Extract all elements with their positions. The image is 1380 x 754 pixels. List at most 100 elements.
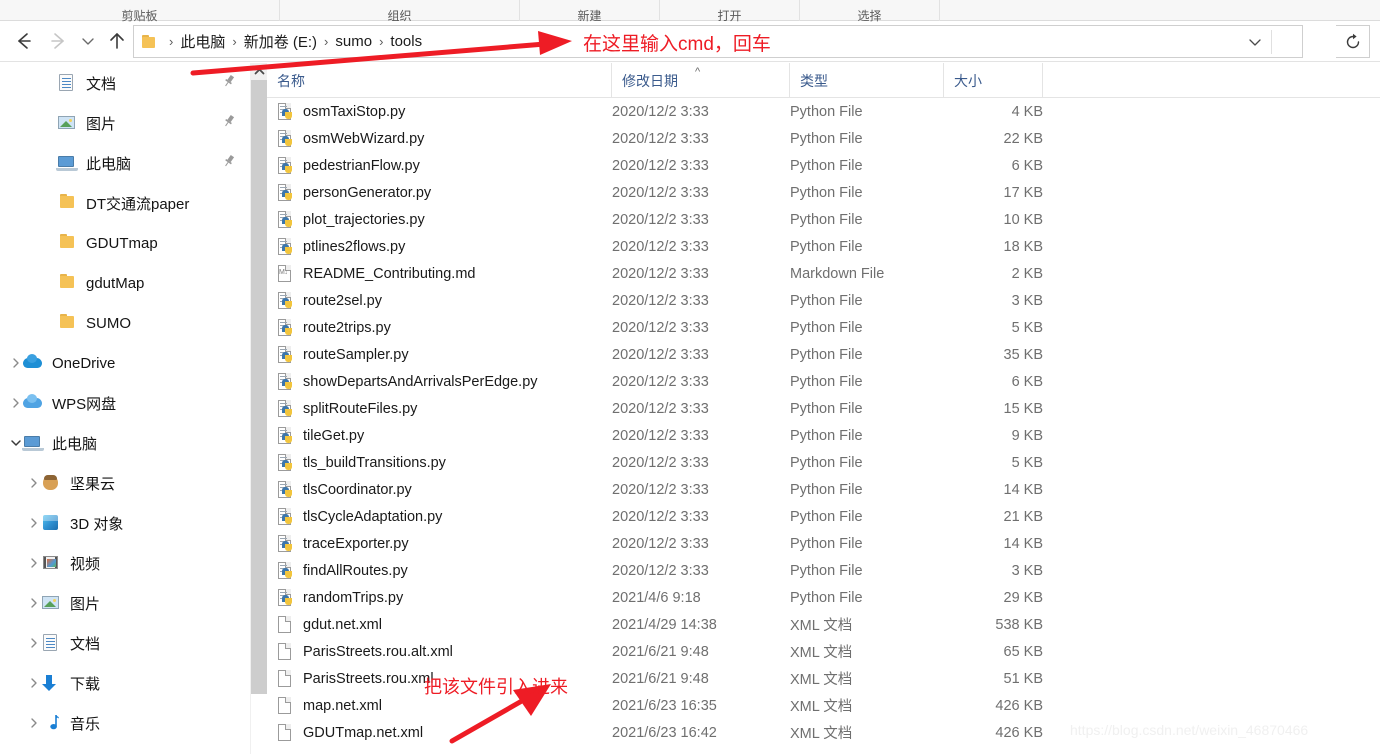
chevron-right-icon[interactable] (28, 637, 40, 649)
chevron-right-icon[interactable] (28, 477, 40, 489)
this-pc-icon (22, 433, 44, 453)
chevron-right-icon[interactable] (28, 557, 40, 569)
file-date-modified: 2020/12/2 3:33 (612, 157, 709, 174)
forward-button[interactable] (44, 22, 72, 60)
file-name: osmTaxiStop.py (303, 103, 406, 120)
refresh-icon (1346, 33, 1359, 48)
breadcrumb-item-3[interactable]: tools (390, 33, 422, 50)
watermark: https://blog.csdn.net/weixin_46870466 (1070, 722, 1309, 738)
file-type: Python File (790, 508, 863, 525)
table-row[interactable]: plot_trajectories.py 2020/12/2 3:33 Python… (267, 206, 1380, 233)
table-row[interactable]: showDepartsAndArrivalsPerEdge.py 2020/12/… (267, 368, 1380, 395)
scrollbar-thumb[interactable] (251, 80, 267, 694)
sidebar-item-12[interactable]: 视频 (0, 543, 248, 583)
breadcrumb-item-2[interactable]: sumo (335, 33, 372, 50)
file-size: 22 KB (1003, 130, 1044, 147)
breadcrumb-item-1[interactable]: 新加卷 (E:) (244, 31, 317, 52)
sidebar-item-5[interactable]: gdutMap (0, 263, 248, 303)
table-row[interactable]: tls_buildTransitions.py 2020/12/2 3:33 Pyt… (267, 449, 1380, 476)
table-row[interactable]: tileGet.py 2020/12/2 3:33 Python File 9 KB (267, 422, 1380, 449)
chevron-placeholder (44, 197, 56, 209)
chevron-down-icon[interactable] (10, 437, 22, 449)
sidebar-item-14[interactable]: 文档 (0, 623, 248, 663)
table-row[interactable]: findAllRoutes.py 2020/12/2 3:33 Python Fil… (267, 557, 1380, 584)
sidebar-item-7[interactable]: OneDrive (0, 343, 248, 383)
table-row[interactable]: ParisStreets.rou.xml 2021/6/21 9:48 XML 文档… (267, 665, 1380, 692)
pin-icon[interactable] (222, 74, 236, 92)
table-row[interactable]: osmWebWizard.py 2020/12/2 3:33 Python File… (267, 125, 1380, 152)
table-row[interactable]: gdut.net.xml 2021/4/29 14:38 XML 文档 538 KB (267, 611, 1380, 638)
sidebar-item-label: 文档 (86, 75, 117, 93)
pin-icon[interactable] (222, 114, 236, 132)
navigation-scrollbar[interactable] (250, 63, 267, 754)
file-name: tlsCycleAdaptation.py (303, 508, 443, 525)
ribbon-group-4: 选择 (800, 0, 940, 23)
file-size: 3 KB (1011, 292, 1043, 309)
column-header-type[interactable]: 类型 (790, 63, 944, 98)
sidebar-item-11[interactable]: 3D 对象 (0, 503, 248, 543)
chevron-right-icon[interactable] (10, 397, 22, 409)
pictures-icon (40, 593, 62, 613)
table-row[interactable]: route2trips.py 2020/12/2 3:33 Python File 5… (267, 314, 1380, 341)
recent-locations-button[interactable] (78, 22, 98, 60)
file-date-modified: 2020/12/2 3:33 (612, 373, 709, 390)
chevron-right-icon[interactable] (28, 717, 40, 729)
up-one-level-button[interactable] (103, 22, 131, 60)
column-header-date[interactable]: 修改日期 ^ (612, 63, 790, 98)
file-type: Python File (790, 103, 863, 120)
table-row[interactable]: osmTaxiStop.py 2020/12/2 3:33 Python File 4… (267, 98, 1380, 125)
file-date-modified: 2021/6/23 16:42 (612, 724, 717, 741)
scroll-up-button[interactable] (251, 63, 267, 80)
file-date-modified: 2021/6/21 9:48 (612, 643, 709, 660)
table-row[interactable]: routeSampler.py 2020/12/2 3:33 Python File… (267, 341, 1380, 368)
sidebar-item-2[interactable]: 此电脑 (0, 143, 248, 183)
column-header-name[interactable]: 名称 (267, 63, 612, 98)
file-name: osmWebWizard.py (303, 130, 425, 147)
table-row[interactable]: traceExporter.py 2020/12/2 3:33 Python Fil… (267, 530, 1380, 557)
table-row[interactable]: randomTrips.py 2021/4/6 9:18 Python File 29… (267, 584, 1380, 611)
table-row[interactable]: route2sel.py 2020/12/2 3:33 Python File 3 K… (267, 287, 1380, 314)
sidebar-item-13[interactable]: 图片 (0, 583, 248, 623)
chevron-right-icon[interactable] (28, 597, 40, 609)
python-file-icon (277, 318, 294, 337)
sidebar-item-16[interactable]: 音乐 (0, 703, 248, 743)
python-file-icon (277, 156, 294, 175)
table-row[interactable]: tlsCoordinator.py 2020/12/2 3:33 Python Fi… (267, 476, 1380, 503)
sidebar-item-label: DT交通流paper (86, 195, 190, 213)
chevron-right-icon[interactable] (28, 677, 40, 689)
sidebar-item-10[interactable]: 坚果云 (0, 463, 248, 503)
scrollbar-track-lower[interactable] (251, 694, 267, 754)
file-name: map.net.xml (303, 697, 382, 714)
table-row[interactable]: M↓ README_Contributing.md 2020/12/2 3:33 Ma… (267, 260, 1380, 287)
chevron-right-icon[interactable] (10, 357, 22, 369)
breadcrumb-item-0[interactable]: 此电脑 (180, 31, 225, 52)
table-row[interactable]: ptlines2flows.py 2020/12/2 3:33 Python Fil… (267, 233, 1380, 260)
table-row[interactable]: ParisStreets.rou.alt.xml 2021/6/21 9:48 XM… (267, 638, 1380, 665)
table-row[interactable]: tlsCycleAdaptation.py 2020/12/2 3:33 Pytho… (267, 503, 1380, 530)
sidebar-item-9[interactable]: 此电脑 (0, 423, 248, 463)
pin-icon[interactable] (222, 154, 236, 172)
address-dropdown-button[interactable] (1242, 26, 1268, 57)
sidebar-item-3[interactable]: DT交通流paper (0, 183, 248, 223)
breadcrumb-separator: › (324, 34, 329, 49)
file-name: route2trips.py (303, 319, 391, 336)
sidebar-item-17[interactable]: 桌面 (0, 743, 248, 754)
table-row[interactable]: pedestrianFlow.py 2020/12/2 3:33 Python Fi… (267, 152, 1380, 179)
table-row[interactable]: splitRouteFiles.py 2020/12/2 3:33 Python F… (267, 395, 1380, 422)
chevron-placeholder (44, 317, 56, 329)
table-row[interactable]: personGenerator.py 2020/12/2 3:33 Python F… (267, 179, 1380, 206)
sidebar-item-1[interactable]: 图片 (0, 103, 248, 143)
column-header-size[interactable]: 大小 (944, 63, 1043, 98)
file-type: Python File (790, 400, 863, 417)
sidebar-item-15[interactable]: 下载 (0, 663, 248, 703)
sidebar-item-4[interactable]: GDUTmap (0, 223, 248, 263)
chevron-right-icon[interactable] (28, 517, 40, 529)
table-row[interactable]: map.net.xml 2021/6/23 16:35 XML 文档 426 KB (267, 692, 1380, 719)
back-button[interactable] (10, 22, 38, 60)
refresh-button[interactable] (1336, 25, 1370, 58)
sidebar-item-8[interactable]: WPS网盘 (0, 383, 248, 423)
sidebar-item-0[interactable]: 文档 (0, 63, 248, 103)
file-name: tls_buildTransitions.py (303, 454, 446, 471)
address-bar[interactable]: › 此电脑 › 新加卷 (E:) › sumo › tools (133, 25, 1303, 58)
sidebar-item-6[interactable]: SUMO (0, 303, 248, 343)
